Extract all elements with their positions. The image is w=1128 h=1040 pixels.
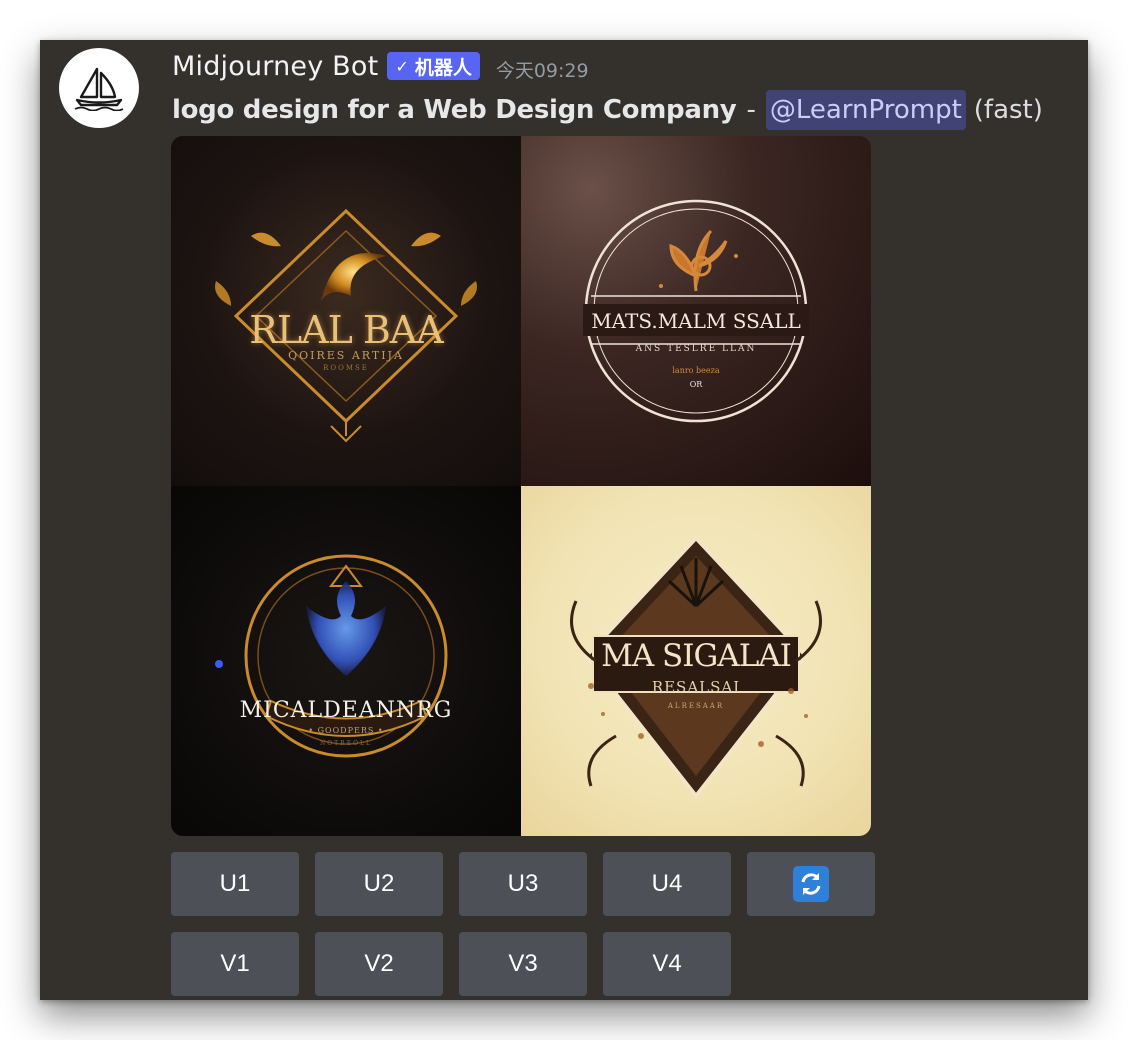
- variation-button-2[interactable]: V2: [315, 932, 443, 996]
- image-grid[interactable]: RLAL BAA QOIRES ARTIJA ROOMSE MATS.MALM …: [171, 136, 871, 836]
- variation-button-1[interactable]: V1: [171, 932, 299, 996]
- logo-title: MATS.MALM SSALL: [591, 309, 801, 333]
- logo-mark: OR: [689, 380, 703, 389]
- variation-button-4[interactable]: V4: [603, 932, 731, 996]
- logo-subtitle: RESALSAI: [651, 678, 741, 696]
- separator: -: [746, 95, 756, 125]
- prompt-text: logo design for a Web Design Company: [172, 95, 737, 125]
- logo-subtitle: • GOODPERS •: [308, 726, 384, 735]
- image-tile-4[interactable]: MA SIGALAI RESALSAI ALRESAAR: [521, 486, 871, 836]
- logo-small-text: NOTREOLL: [320, 740, 372, 747]
- logo-title: RLAL BAA: [249, 308, 443, 352]
- upscale-button-row: U1 U2 U3 U4: [171, 852, 875, 916]
- sailboat-icon: [74, 67, 124, 111]
- variation-button-row: V1 V2 V3 V4: [171, 932, 731, 996]
- tree-crest-graphic: [215, 554, 448, 758]
- image-tile-2[interactable]: MATS.MALM SSALL ANS TESLRE LLAN lanro be…: [521, 136, 871, 486]
- logo-subtitle: ANS TESLRE LLAN: [635, 344, 757, 354]
- bot-avatar[interactable]: [59, 48, 139, 128]
- upscale-button-3[interactable]: U3: [459, 852, 587, 916]
- chat-message-window: Midjourney Bot ✓ 机器人 今天09:29 logo design…: [40, 40, 1088, 1000]
- image-tile-1[interactable]: RLAL BAA QOIRES ARTIJA ROOMSE: [171, 136, 521, 486]
- upscale-button-4[interactable]: U4: [603, 852, 731, 916]
- prompt-line: logo design for a Web Design Company - @…: [172, 90, 1043, 130]
- upscale-button-1[interactable]: U1: [171, 852, 299, 916]
- user-mention[interactable]: @LearnPrompt: [765, 90, 966, 130]
- logo-title: MICALDEANNRG: [239, 698, 453, 723]
- logo-subtitle: QOIRES ARTIJA: [288, 349, 404, 362]
- logo-title: MA SIGALAI: [601, 638, 792, 674]
- image-tile-3[interactable]: MICALDEANNRG • GOODPERS • NOTREOLL: [171, 486, 521, 836]
- variation-button-3[interactable]: V3: [459, 932, 587, 996]
- refresh-icon: [793, 866, 829, 902]
- upscale-button-2[interactable]: U2: [315, 852, 443, 916]
- bot-tag: ✓ 机器人: [387, 52, 480, 80]
- timestamp: 今天09:29: [495, 59, 589, 82]
- username[interactable]: Midjourney Bot: [172, 51, 378, 82]
- logo-small-text: ROOMSE: [323, 364, 369, 372]
- logo-small-text: lanro beeza: [672, 366, 720, 375]
- bot-tag-label: 机器人: [414, 56, 472, 79]
- mode-label: (fast): [973, 95, 1043, 125]
- reroll-button[interactable]: [747, 852, 875, 916]
- logo-small-text: ALRESAAR: [667, 702, 725, 710]
- check-icon: ✓: [395, 56, 409, 76]
- message-header: Midjourney Bot ✓ 机器人 今天09:29: [172, 46, 589, 86]
